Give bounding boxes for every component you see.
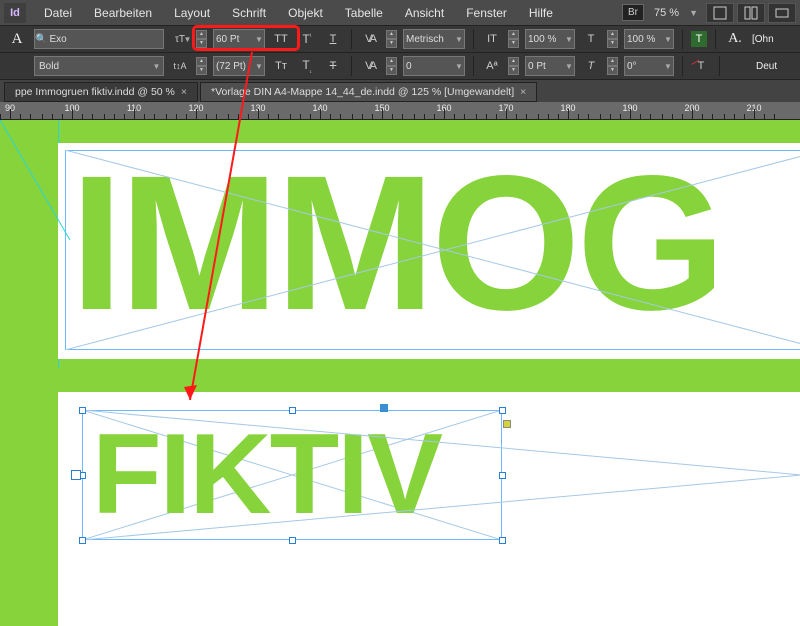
kerning-icon: VA [360, 29, 380, 49]
handle-tc[interactable] [289, 407, 296, 414]
font-weight-field[interactable]: ▼ [34, 56, 164, 76]
handle-tr[interactable] [499, 407, 506, 414]
text-fiktiv: FIKTIV [92, 412, 441, 538]
skew-spinner[interactable]: ▲▼ [607, 57, 618, 75]
handle-bl[interactable] [79, 537, 86, 544]
chevron-down-icon[interactable]: ▼ [564, 35, 574, 44]
handle-br[interactable] [499, 537, 506, 544]
spacer [58, 368, 800, 392]
vscale-spinner[interactable]: ▲▼ [607, 30, 618, 48]
anchor-indicator[interactable] [380, 404, 388, 412]
zoom-level[interactable]: 75 % [654, 7, 679, 19]
close-icon[interactable]: × [520, 86, 526, 98]
vscale-input[interactable] [625, 30, 663, 48]
leading-icon: t↕A [170, 56, 190, 76]
vscale-icon: T [581, 29, 601, 49]
skew-icon: T [581, 56, 601, 76]
allcaps-button[interactable]: TT [271, 29, 291, 49]
screen-mode[interactable] [768, 3, 796, 23]
type-control-row-1: A 🔍 ▼ τT ▲▼ ▼ TT T¹ T VA ▲▼ ▼ IT ▲▼ ▼ T … [0, 26, 800, 53]
skew-input[interactable] [625, 57, 663, 75]
baseline-field[interactable]: ▼ [525, 56, 575, 76]
hscale-spinner[interactable]: ▲▼ [508, 30, 519, 48]
chevron-down-icon[interactable]: ▼ [454, 35, 464, 44]
strikethrough-button[interactable]: T [323, 56, 343, 76]
chevron-down-icon[interactable]: ▼ [254, 35, 264, 44]
fill-color-icon[interactable]: T [691, 31, 707, 47]
vscale-field[interactable]: ▼ [624, 29, 674, 49]
font-size-input[interactable] [214, 30, 254, 48]
menu-ansicht[interactable]: Ansicht [395, 2, 454, 24]
frame-outline [65, 150, 800, 350]
font-weight-input[interactable] [35, 57, 151, 75]
leading-input[interactable] [214, 57, 254, 75]
doc-tab-2[interactable]: *Vorlage DIN A4-Mappe 14_44_de.indd @ 12… [200, 82, 537, 102]
subscript-button[interactable]: T₁ [297, 56, 317, 76]
font-family-field[interactable]: 🔍 ▼ [34, 29, 164, 49]
font-size-icon: τT [170, 29, 190, 49]
font-size-spinner[interactable]: ▲▼ [196, 30, 207, 48]
baseline-icon: Aª [482, 56, 502, 76]
chevron-down-icon[interactable]: ▼ [564, 62, 574, 71]
chevron-down-icon[interactable]: ▼ [663, 35, 673, 44]
menu-bearbeiten[interactable]: Bearbeiten [84, 2, 162, 24]
menu-hilfe[interactable]: Hilfe [519, 2, 563, 24]
kerning-field[interactable]: ▼ [403, 29, 465, 49]
document-tabs: ppe Immogruen fiktiv.indd @ 50 % × *Vorl… [0, 80, 800, 102]
char-style-icon[interactable]: A. [724, 28, 746, 50]
tracking-icon: VA [360, 56, 380, 76]
smallcaps-button[interactable]: Tᴛ [271, 56, 291, 76]
font-size-field[interactable]: ▼ [213, 29, 265, 49]
character-panel-icon[interactable]: A [6, 28, 28, 50]
font-family-input[interactable] [47, 30, 183, 48]
app-logo: Id [4, 3, 26, 23]
tracking-input[interactable] [404, 57, 454, 75]
search-icon: 🔍 [35, 30, 47, 48]
leading-field[interactable]: ▼ [213, 56, 265, 76]
tracking-spinner[interactable]: ▲▼ [386, 57, 397, 75]
chevron-down-icon[interactable]: ▼ [663, 62, 673, 71]
baseline-input[interactable] [526, 57, 564, 75]
skew-field[interactable]: ▼ [624, 56, 674, 76]
kerning-spinner[interactable]: ▲▼ [386, 30, 397, 48]
tab-label: *Vorlage DIN A4-Mappe 14_44_de.indd @ 12… [211, 86, 514, 98]
baseline-spinner[interactable]: ▲▼ [508, 57, 519, 75]
tab-label: ppe Immogruen fiktiv.indd @ 50 % [15, 86, 175, 98]
close-icon[interactable]: × [181, 86, 187, 98]
menu-tabelle[interactable]: Tabelle [335, 2, 393, 24]
bridge-button[interactable]: Br [622, 4, 644, 21]
handle-tl[interactable] [79, 407, 86, 414]
handle-mr[interactable] [499, 472, 506, 479]
chevron-down-icon[interactable]: ▼ [254, 62, 264, 71]
underline-button[interactable]: T [323, 29, 343, 49]
char-style-name: [Ohn [752, 34, 774, 45]
menu-fenster[interactable]: Fenster [456, 2, 517, 24]
hscale-field[interactable]: ▼ [525, 29, 575, 49]
menu-datei[interactable]: Datei [34, 2, 82, 24]
chevron-down-icon[interactable]: ▼ [151, 62, 162, 71]
horizontal-ruler[interactable]: 90100110120130140150160170180190200210 [0, 102, 800, 120]
arrange-mode-2[interactable] [737, 3, 765, 23]
in-port[interactable] [71, 470, 81, 480]
arrange-mode-1[interactable] [706, 3, 734, 23]
chevron-down-icon[interactable]: ▼ [454, 62, 464, 71]
doc-tab-1[interactable]: ppe Immogruen fiktiv.indd @ 50 % × [4, 82, 198, 102]
chevron-down-icon[interactable]: ▼ [689, 8, 698, 18]
menu-schrift[interactable]: Schrift [222, 2, 276, 24]
hscale-icon: IT [482, 29, 502, 49]
yellow-handle[interactable] [503, 420, 511, 428]
leading-spinner[interactable]: ▲▼ [196, 57, 207, 75]
hscale-input[interactable] [526, 30, 564, 48]
lang-label: Deut [756, 61, 777, 72]
tracking-field[interactable]: ▼ [403, 56, 465, 76]
document-canvas[interactable]: IMMOG FIKTIV [0, 120, 800, 626]
superscript-button[interactable]: T¹ [297, 29, 317, 49]
kerning-input[interactable] [404, 30, 454, 48]
menu-layout[interactable]: Layout [164, 2, 220, 24]
handle-bc[interactable] [289, 537, 296, 544]
menu-bar: Id Datei Bearbeiten Layout Schrift Objek… [0, 0, 800, 26]
no-break-icon[interactable]: T/ [691, 56, 711, 76]
type-control-row-2: ▼ t↕A ▲▼ ▼ Tᴛ T₁ T VA ▲▼ ▼ Aª ▲▼ ▼ T ▲▼ … [0, 53, 800, 80]
menu-objekt[interactable]: Objekt [278, 2, 333, 24]
